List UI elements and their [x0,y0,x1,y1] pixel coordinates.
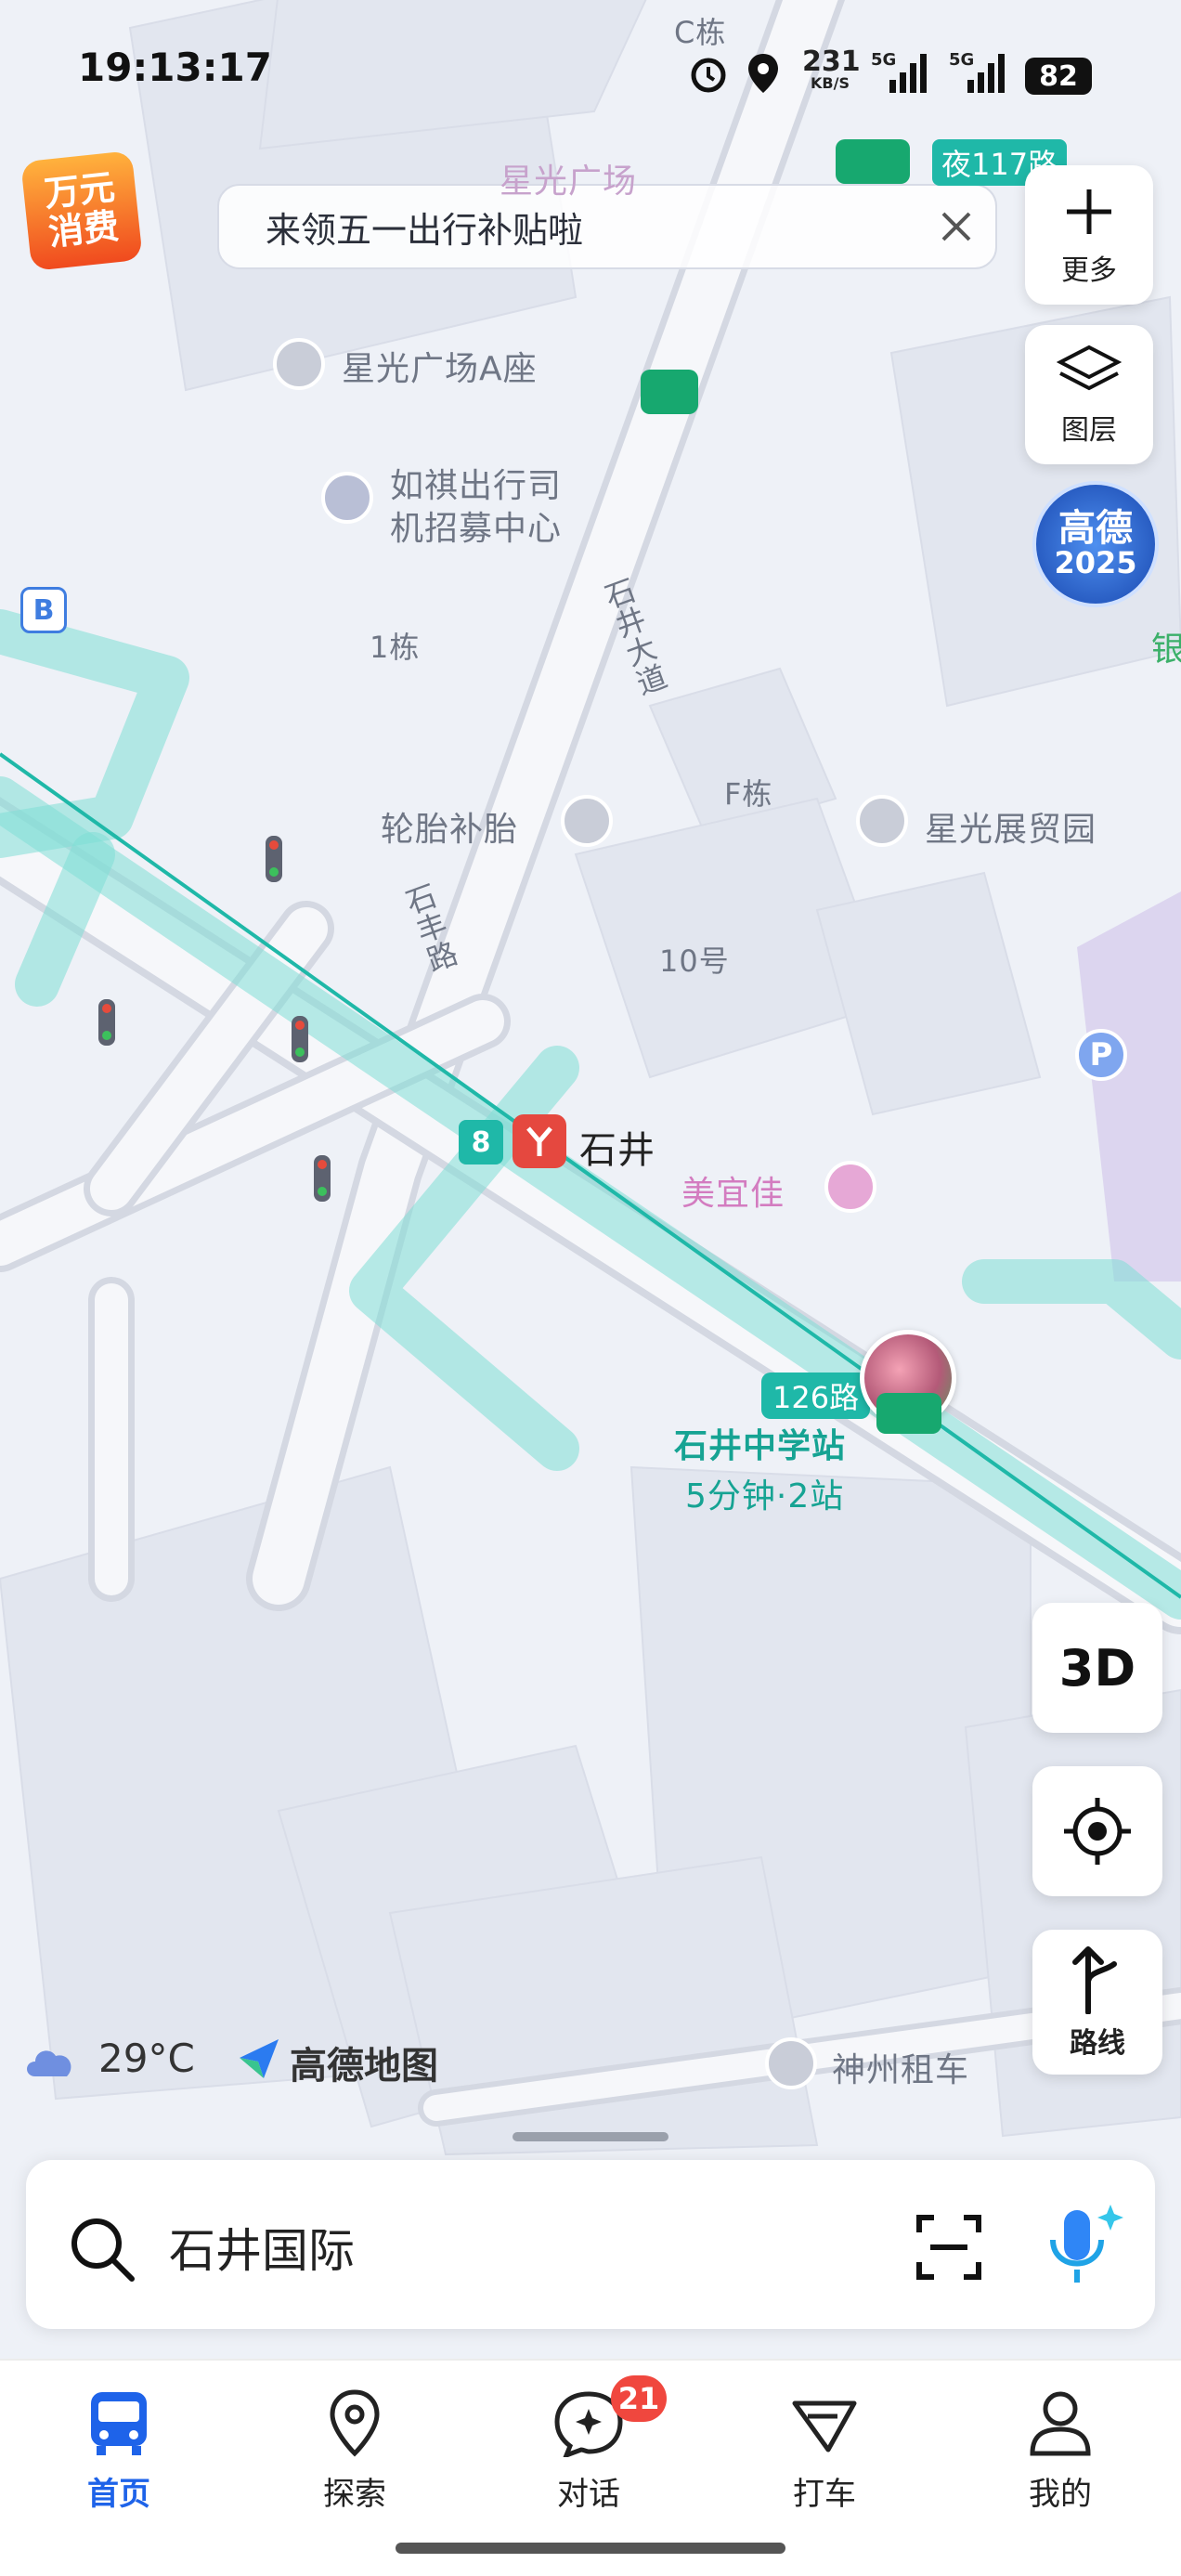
shop-icon[interactable] [824,1161,876,1213]
metro-exit-b-icon[interactable]: B [20,587,67,633]
banner-text: 来领五一出行补贴啦 [266,209,584,251]
office-icon-2[interactable] [856,795,908,847]
net-speed-unit: KB/S [811,74,850,92]
tab-home[interactable]: 首页 [45,2388,193,2514]
3d-button[interactable]: 3D [1032,1603,1162,1733]
signal-type-1: 5G [871,50,897,70]
scan-icon[interactable] [914,2212,984,2283]
search-icon [71,2218,135,2282]
office-icon[interactable] [273,338,325,390]
gaode-line2: 2025 [1054,545,1137,581]
tab-chat-label: 对话 [557,2476,620,2513]
plus-icon [1067,189,1111,234]
amap-logo-icon [236,2036,282,2086]
tab-me[interactable]: 我的 [986,2388,1135,2514]
taxi-icon [792,2400,857,2452]
map-label-star-plaza[interactable]: 星光广场 [500,154,637,202]
map-label-star-plaza-a[interactable]: 星光广场A座 [342,342,538,390]
status-time: 19:13:17 [78,45,272,90]
tab-explore[interactable]: 探索 [280,2388,429,2514]
3d-label: 3D [1058,1638,1136,1698]
brand-label: 高德地图 [290,2045,438,2088]
bus-icon [91,2392,147,2455]
metro-station-label[interactable]: 石井 [579,1120,655,1174]
temperature-label: 29°C [98,2036,195,2081]
home-indicator [396,2543,785,2554]
close-icon[interactable] [934,204,979,253]
metro-line-badge[interactable]: 8 [459,1120,503,1164]
gaode-line1: 高德 [1058,507,1133,551]
gaode-2025-badge[interactable]: 高德 2025 [1032,481,1159,607]
more-button[interactable]: 更多 [1025,165,1153,305]
signal-type-2: 5G [949,50,975,70]
bottom-tab-bar: 首页 探索 对话 21 打车 我的 [0,2359,1181,2576]
bus-station-label[interactable]: 石井中学站 [674,1419,846,1467]
layers-button[interactable]: 图层 [1025,325,1153,464]
map-label-tire[interactable]: 轮胎补胎 [381,802,518,851]
map-label-shenzhou[interactable]: 神州租车 [832,2043,969,2091]
tab-me-label: 我的 [1029,2476,1092,2513]
layers-label: 图层 [1061,414,1117,447]
tab-taxi-label: 打车 [793,2476,856,2513]
locate-button[interactable] [1032,1766,1162,1896]
signal-icon-2: 5G [949,50,1008,98]
tab-explore-label: 探索 [323,2476,386,2513]
bus-stop-marker-icon[interactable] [876,1393,941,1434]
map-label-bank[interactable]: 银 [1151,622,1181,670]
layers-icon [1057,345,1122,391]
weather-cloud-icon [22,2039,78,2084]
sheet-drag-handle[interactable] [513,2132,668,2141]
voice-mic-icon[interactable] [1036,2197,1125,2290]
service-center-icon[interactable] [321,472,373,524]
person-icon [1030,2391,1091,2456]
promo-badge[interactable]: 万元 消费 [20,150,143,271]
crosshair-icon [1064,1798,1131,1865]
bus-eta-label: 5分钟·2站 [685,1477,845,1516]
map-label-no10: 10号 [659,943,730,979]
map-label-ruqi-2[interactable]: 机招募中心 [390,501,562,550]
map-label-meiyijia[interactable]: 美宜佳 [681,1166,785,1215]
search-bar[interactable]: 石井国际 [26,2160,1155,2329]
location-pin-icon [330,2389,380,2457]
bus-stop-icon-2[interactable] [641,370,698,414]
signal-icon-1: 5G [871,50,930,98]
route-button[interactable]: 路线 [1032,1930,1162,2075]
route-label: 路线 [1070,2027,1125,2060]
battery-level: 82 [1039,59,1078,93]
net-speed: 231 KB/S [802,46,861,92]
battery-indicator: 82 [1025,58,1092,95]
tab-home-label: 首页 [87,2476,150,2513]
car-service-icon[interactable] [561,795,613,847]
promo-line2: 消费 [45,205,122,254]
location-status-icon [745,50,782,100]
parking-icon[interactable]: P [1075,1029,1127,1081]
alarm-icon [687,52,730,98]
tab-taxi[interactable]: 打车 [750,2388,899,2514]
map-label-star-expo[interactable]: 星光展贸园 [925,802,1097,851]
bus-stop-icon[interactable] [836,139,910,184]
route-arrow-icon [1072,1946,1117,2014]
map-label-ruqi-1[interactable]: 如祺出行司 [390,459,562,507]
metro-icon[interactable] [513,1114,566,1168]
map-label-building1: 1栋 [370,630,421,665]
more-label: 更多 [1061,254,1117,287]
tab-chat[interactable]: 对话 21 [514,2375,667,2514]
bus-126-label[interactable]: 126路 [761,1373,871,1419]
map-label-building-f: F栋 [724,776,773,812]
chat-badge: 21 [611,2375,667,2422]
car-rental-icon[interactable] [765,2037,817,2089]
net-speed-value: 231 [802,46,861,78]
map-label-c-building: C栋 [674,15,727,50]
search-input[interactable]: 石井国际 [169,2214,355,2281]
